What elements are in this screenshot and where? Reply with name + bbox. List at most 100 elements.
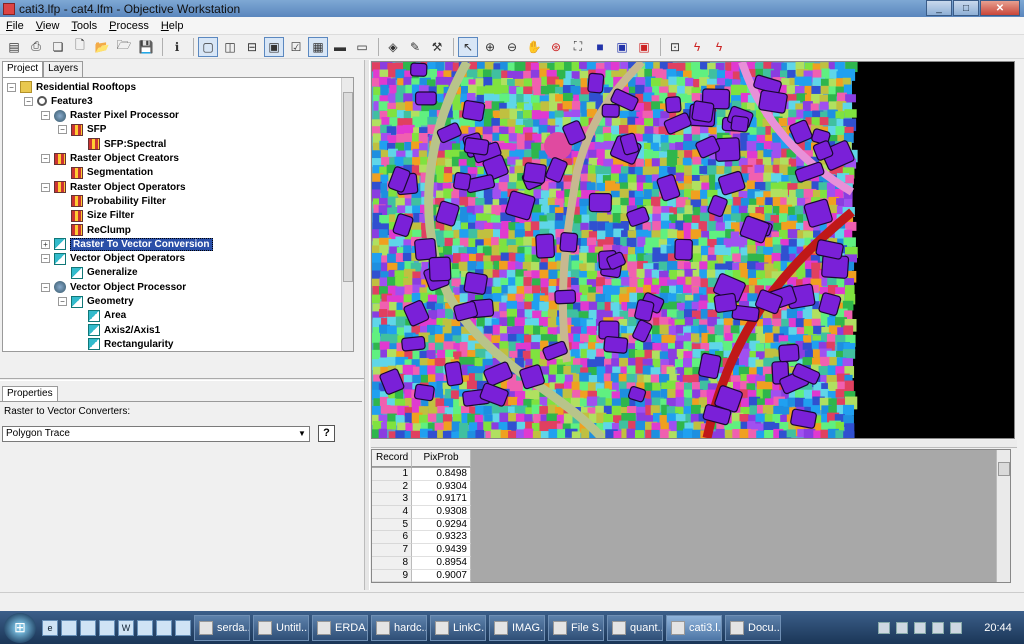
split-horizontal-icon[interactable]: ⊟ [242, 37, 262, 57]
tree-item[interactable]: Probability Filter [58, 194, 166, 208]
info-icon[interactable]: ℹ [167, 37, 187, 57]
menu-help[interactable]: Help [155, 20, 190, 32]
table-row[interactable]: 6 0.9323 [372, 531, 471, 545]
taskbar-button[interactable]: quant... [607, 614, 663, 641]
taskbar-button[interactable]: ERDA... [312, 614, 368, 641]
menu-file[interactable]: File [0, 20, 30, 32]
pixprob-cell[interactable]: 0.9323 [412, 531, 471, 545]
tab-properties[interactable]: Properties [2, 386, 58, 401]
flash2-icon[interactable]: ϟ [709, 37, 729, 57]
taskbar-button[interactable]: IMAG... [489, 614, 545, 641]
flag-icon[interactable] [896, 621, 908, 634]
word-icon[interactable]: W [118, 619, 134, 636]
layers-icon[interactable]: ❏ [48, 37, 68, 57]
open-project-icon[interactable]: 🗁 [114, 37, 134, 57]
desktop-icon[interactable] [61, 619, 77, 636]
pixprob-cell[interactable]: 0.9294 [412, 518, 471, 532]
tree-item[interactable]: SFP:Spectral [75, 137, 166, 151]
pixprob-cell[interactable]: 0.9171 [412, 493, 471, 507]
tree-item[interactable]: − SFP [58, 123, 106, 137]
image-icon[interactable]: ▭ [352, 37, 372, 57]
panel-icon[interactable]: ▤ [4, 37, 24, 57]
rotate-icon[interactable]: ⊛ [546, 37, 566, 57]
collapse-icon[interactable]: − [41, 254, 50, 264]
horizontal-splitter[interactable] [371, 440, 1017, 448]
save-icon[interactable]: 💾 [136, 37, 156, 57]
fit-icon[interactable]: ⛶ [568, 37, 588, 57]
device-icon[interactable] [914, 621, 926, 634]
tree-item[interactable]: Size Filter [58, 209, 134, 223]
taskbar-button[interactable]: LinkC... [430, 614, 486, 641]
table-row[interactable]: 4 0.9308 [372, 506, 471, 519]
help-button[interactable]: ? [318, 425, 335, 442]
tree-item[interactable]: − Residential Rooftops [7, 80, 136, 94]
image-viewer[interactable] [371, 61, 1015, 439]
stop-icon[interactable]: ■ [590, 37, 610, 57]
taskbar-button[interactable]: File S... [548, 614, 604, 641]
tab-project[interactable]: Project [2, 61, 44, 77]
collapse-icon[interactable]: − [41, 182, 50, 192]
target-icon[interactable]: ⊡ [665, 37, 685, 57]
clock[interactable]: 20:44 [976, 622, 1020, 634]
tree-scroll-thumb[interactable] [343, 92, 353, 282]
tree-item[interactable]: − Raster Pixel Processor [41, 109, 179, 123]
zoom-out-icon[interactable]: ⊖ [502, 37, 522, 57]
tree-item[interactable]: Axis2/Axis1 [75, 323, 160, 337]
tray-arrow-icon[interactable] [878, 621, 890, 634]
table-row[interactable]: 9 0.9007 [372, 569, 471, 582]
table-row[interactable]: 2 0.9304 [372, 480, 471, 494]
hammer-icon[interactable]: ⚒ [427, 37, 447, 57]
check-icon[interactable]: ☑ [286, 37, 306, 57]
pixprob-cell[interactable]: 0.8498 [412, 468, 471, 481]
column-header-record[interactable]: Record [372, 450, 412, 467]
tree-item[interactable]: Segmentation [58, 166, 153, 180]
print-icon[interactable]: ⎙ [26, 37, 46, 57]
menu-tools[interactable]: Tools [65, 20, 103, 32]
menu-process[interactable]: Process [103, 20, 155, 32]
collapse-icon[interactable]: − [24, 96, 33, 106]
maximize-button[interactable]: □ [953, 0, 979, 16]
vertical-splitter[interactable] [364, 60, 370, 590]
tree-item[interactable]: ReClump [58, 223, 131, 237]
single-view-icon[interactable]: ▢ [198, 36, 218, 57]
collapse-icon[interactable]: − [7, 82, 16, 92]
panel-splitter[interactable] [0, 378, 364, 381]
line-icon[interactable]: ▬ [330, 37, 350, 57]
tree-item[interactable]: Rectangularity [75, 337, 173, 351]
split-vertical-icon[interactable]: ◫ [220, 37, 240, 57]
table-scrollbar[interactable] [996, 450, 1010, 582]
project-tree[interactable]: − Residential Rooftops − Feature3− Raster Pi… [2, 77, 354, 352]
table-row[interactable]: 8 0.8954 [372, 556, 471, 570]
pixprob-cell[interactable]: 0.8954 [412, 556, 471, 570]
table-row[interactable]: 3 0.9171 [372, 493, 471, 507]
menu-view[interactable]: View [30, 20, 66, 32]
zoom-in-icon[interactable]: ⊕ [480, 37, 500, 57]
tree-item[interactable]: − Raster Object Creators [41, 152, 179, 166]
toggle-view-icon[interactable]: ▣ [264, 36, 284, 57]
tree-item[interactable]: + Raster To Vector Conversion [41, 237, 213, 251]
collapse-icon[interactable]: − [41, 282, 50, 292]
converter-select[interactable]: Polygon Trace ▼ [2, 426, 310, 442]
app-shortcut-icon[interactable] [137, 619, 153, 636]
start-button[interactable]: ⊞ [4, 612, 36, 643]
mail-icon[interactable] [99, 619, 115, 636]
column-header-pixprob[interactable]: PixProb [412, 450, 471, 467]
pixprob-cell[interactable]: 0.9007 [412, 569, 471, 582]
tree-item[interactable]: − Vector Object Processor [41, 280, 186, 294]
app-shortcut2-icon[interactable] [156, 619, 172, 636]
tab-layers[interactable]: Layers [43, 61, 84, 77]
tree-item[interactable]: − Feature3 [24, 94, 93, 108]
new-icon[interactable]: 🗋 [70, 37, 90, 57]
tree-scrollbar[interactable] [341, 78, 353, 351]
pixprob-cell[interactable]: 0.9439 [412, 544, 471, 557]
table-row[interactable]: 1 0.8498 [372, 468, 471, 481]
classified-image[interactable] [372, 62, 1015, 439]
pixprob-cell[interactable]: 0.9308 [412, 506, 471, 519]
volume-icon[interactable] [950, 621, 962, 634]
pixprob-cell[interactable]: 0.9304 [412, 480, 471, 494]
red-box-icon[interactable]: ▣ [634, 37, 654, 57]
taskbar-button[interactable]: Untitl... [253, 614, 309, 641]
collapse-icon[interactable]: − [41, 111, 50, 121]
tree-item[interactable]: − Geometry [58, 295, 134, 309]
eraser-icon[interactable]: ✎ [405, 37, 425, 57]
